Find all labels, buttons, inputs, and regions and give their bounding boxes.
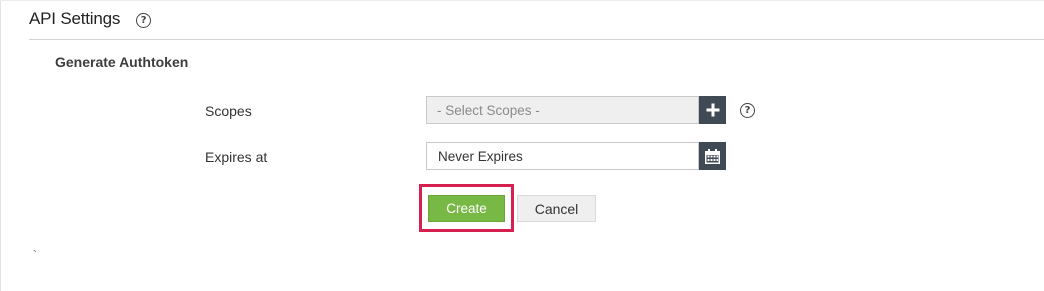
plus-icon — [706, 103, 719, 117]
scopes-label: Scopes — [205, 103, 252, 119]
cancel-button[interactable]: Cancel — [517, 195, 596, 222]
page-title: API Settings — [29, 9, 121, 28]
api-settings-page: API Settings ? Generate Authtoken Scopes… — [0, 0, 1044, 291]
create-button[interactable]: Create — [428, 195, 505, 222]
left-border — [0, 0, 1, 291]
expires-value: Never Expires — [438, 148, 523, 164]
top-border — [0, 0, 1044, 1]
calendar-button[interactable] — [699, 142, 726, 170]
scopes-placeholder: - Select Scopes - — [437, 102, 540, 118]
expires-field[interactable]: Never Expires — [426, 142, 699, 170]
help-circle-icon[interactable]: ? — [136, 12, 152, 28]
expires-label: Expires at — [205, 149, 268, 165]
page-header: API Settings ? — [29, 6, 152, 32]
scopes-select[interactable]: - Select Scopes - — [426, 96, 699, 124]
calendar-icon — [705, 148, 720, 164]
section-title: Generate Authtoken — [55, 54, 189, 70]
stray-mark: ` — [33, 248, 37, 262]
add-scope-button[interactable] — [699, 96, 726, 124]
help-circle-icon[interactable]: ? — [740, 103, 755, 118]
header-divider — [29, 39, 1044, 40]
